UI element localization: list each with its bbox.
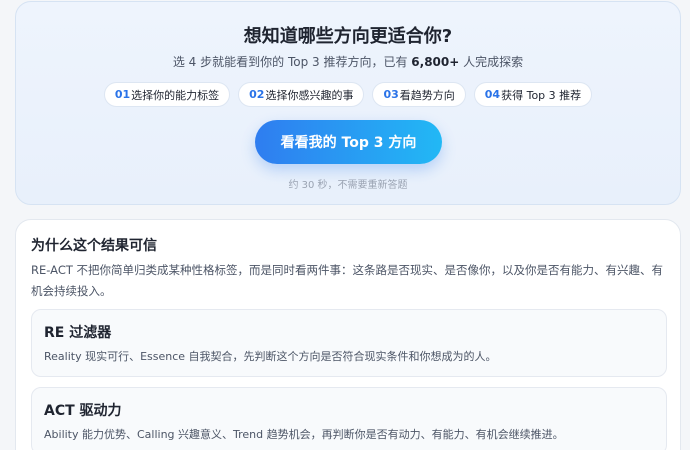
re-filter-card: RE 过滤器 Reality 现实可行、Essence 自我契合，先判断这个方向… bbox=[31, 309, 667, 377]
cta-note: 约 30 秒，不需要重新答题 bbox=[288, 180, 408, 191]
re-filter-title: RE 过滤器 bbox=[44, 325, 112, 341]
hero-panel: 想知道哪些方向更适合你? 选 4 步就能看到你的 Top 3 推荐方向，已有 6… bbox=[15, 1, 681, 205]
hero-title: 想知道哪些方向更适合你? bbox=[243, 26, 453, 47]
hero-subtitle-after: 人完成探索 bbox=[459, 55, 524, 69]
trust-title: 为什么这个结果可信 bbox=[31, 238, 157, 254]
hero-subtitle: 选 4 步就能看到你的 Top 3 推荐方向，已有 6,800+ 人完成探索 bbox=[16, 53, 680, 70]
step-number: 02 bbox=[249, 88, 265, 101]
trust-card: 为什么这个结果可信 RE-ACT 不把你简单归类成某种性格标签，而是同时看两件事… bbox=[15, 219, 681, 450]
hero-subtitle-before: 选 4 步就能看到你的 Top 3 推荐方向，已有 bbox=[172, 55, 412, 69]
step-label: 选择你的能力标签 bbox=[131, 88, 220, 102]
act-driver-card: ACT 驱动力 Ability 能力优势、Calling 兴趣意义、Trend … bbox=[31, 387, 667, 450]
step-pill-4: 04 获得 Top 3 推荐 bbox=[473, 82, 593, 107]
step-pill-1: 01 选择你的能力标签 bbox=[103, 82, 231, 107]
re-filter-description: Reality 现实可行、Essence 自我契合，先判断这个方向是否符合现实条… bbox=[44, 350, 497, 363]
act-driver-description: Ability 能力优势、Calling 兴趣意义、Trend 趋势机会，再判断… bbox=[44, 428, 564, 441]
view-top3-button[interactable]: 看看我的 Top 3 方向 bbox=[255, 120, 442, 164]
step-number: 03 bbox=[383, 88, 399, 101]
step-number: 01 bbox=[114, 88, 131, 101]
step-pill-3: 03 看趋势方向 bbox=[372, 82, 466, 107]
step-number: 04 bbox=[484, 88, 501, 101]
step-label: 选择你感兴趣的事 bbox=[265, 88, 354, 102]
step-list: 01 选择你的能力标签 02 选择你感兴趣的事 03 看趋势方向 04 获得 T… bbox=[16, 82, 680, 107]
hero-subtitle-count: 6,800+ bbox=[411, 55, 460, 69]
step-label: 获得 Top 3 推荐 bbox=[501, 88, 582, 102]
trust-description: RE-ACT 不把你简单归类成某种性格标签，而是同时看两件事：这条路是否现实、是… bbox=[31, 263, 664, 298]
step-pill-2: 02 选择你感兴趣的事 bbox=[238, 82, 365, 107]
act-driver-title: ACT 驱动力 bbox=[44, 403, 122, 419]
step-label: 看趋势方向 bbox=[399, 88, 455, 102]
